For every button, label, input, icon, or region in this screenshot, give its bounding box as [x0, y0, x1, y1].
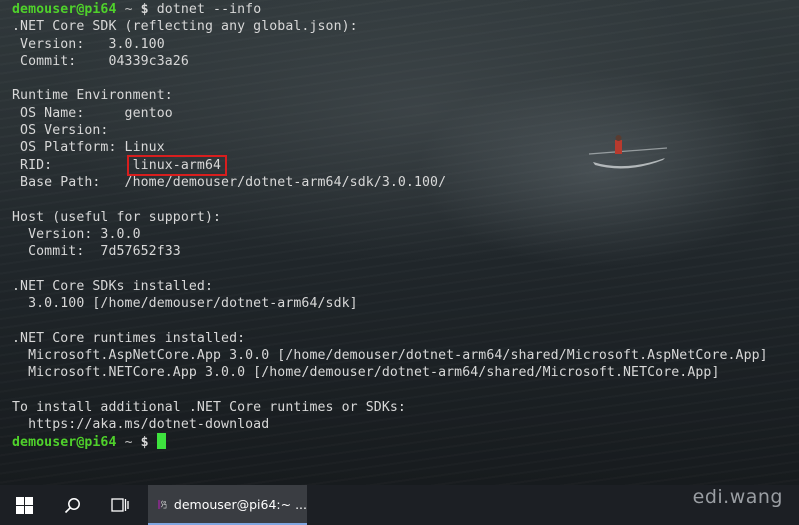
search-button[interactable] [48, 485, 96, 525]
start-button[interactable] [0, 485, 48, 525]
prompt-path: ~ [124, 435, 133, 451]
output-line: Commit: 7d57652f33 [12, 244, 181, 260]
output-line: Version: 3.0.100 [12, 36, 165, 52]
prompt-symbol: $ [140, 2, 149, 17]
command-text: dotnet --info [156, 2, 262, 17]
rid-line: RID: linux-arm64 [12, 154, 768, 176]
output-line: Microsoft.NETCore.App 3.0.0 [/home/demou… [12, 365, 720, 381]
task-view-button[interactable] [96, 485, 144, 525]
output-line: 3.0.100 [/home/demouser/dotnet-arm64/sdk… [12, 296, 358, 312]
output-line: .NET Core runtimes installed: [12, 330, 246, 346]
output-line: Microsoft.AspNetCore.App 3.0.0 [/home/de… [12, 347, 768, 363]
output-line: Host (useful for support): [12, 209, 222, 225]
watermark: edi.wang [692, 486, 783, 508]
text-cursor [156, 433, 166, 450]
taskbar-app-terminal[interactable]: demouser@pi64:~ ... [148, 485, 307, 525]
output-line: OS Version: [12, 123, 109, 139]
output-line: OS Platform: Linux [12, 140, 165, 156]
taskbar-app-label: demouser@pi64:~ ... [173, 496, 307, 512]
output-line: https://aka.ms/dotnet-download [12, 417, 270, 433]
output-line: To install additional .NET Core runtimes… [12, 399, 406, 415]
prompt-user-host: demouser@pi64 [12, 435, 117, 451]
output-line: .NET Core SDK (reflecting any global.jso… [12, 19, 358, 35]
output-line: Commit: 04339c3a26 [12, 53, 189, 69]
output-line: Base Path: /home/demouser/dotnet-arm64/s… [12, 174, 447, 190]
prompt-user-host: demouser@pi64 [12, 2, 117, 17]
rid-label: RID: [12, 157, 53, 173]
output-line: Runtime Environment: [12, 88, 173, 104]
output-line: Version: 3.0.0 [12, 226, 141, 242]
taskbar: demouser@pi64:~ ... [0, 485, 799, 525]
prompt-line[interactable]: demouser@pi64 ~ $ [12, 433, 768, 450]
terminal-output: demouser@pi64 ~ $ dotnet --info .NET Cor… [12, 1, 768, 451]
rid-highlight: linux-arm64 [126, 154, 228, 176]
terminal-window[interactable]: demouser@pi64 ~ $ dotnet --info .NET Cor… [0, 0, 799, 485]
prompt-path: ~ [124, 2, 133, 17]
prompt-symbol: $ [140, 435, 149, 451]
command-line: demouser@pi64 ~ $ dotnet --info [12, 1, 768, 18]
task-view-icon [111, 498, 129, 512]
output-line: .NET Core SDKs installed: [12, 278, 213, 294]
search-icon [64, 497, 80, 513]
windows-logo-icon [15, 496, 33, 514]
terminal-app-icon [158, 499, 167, 509]
output-line: OS Name: gentoo [12, 105, 173, 121]
